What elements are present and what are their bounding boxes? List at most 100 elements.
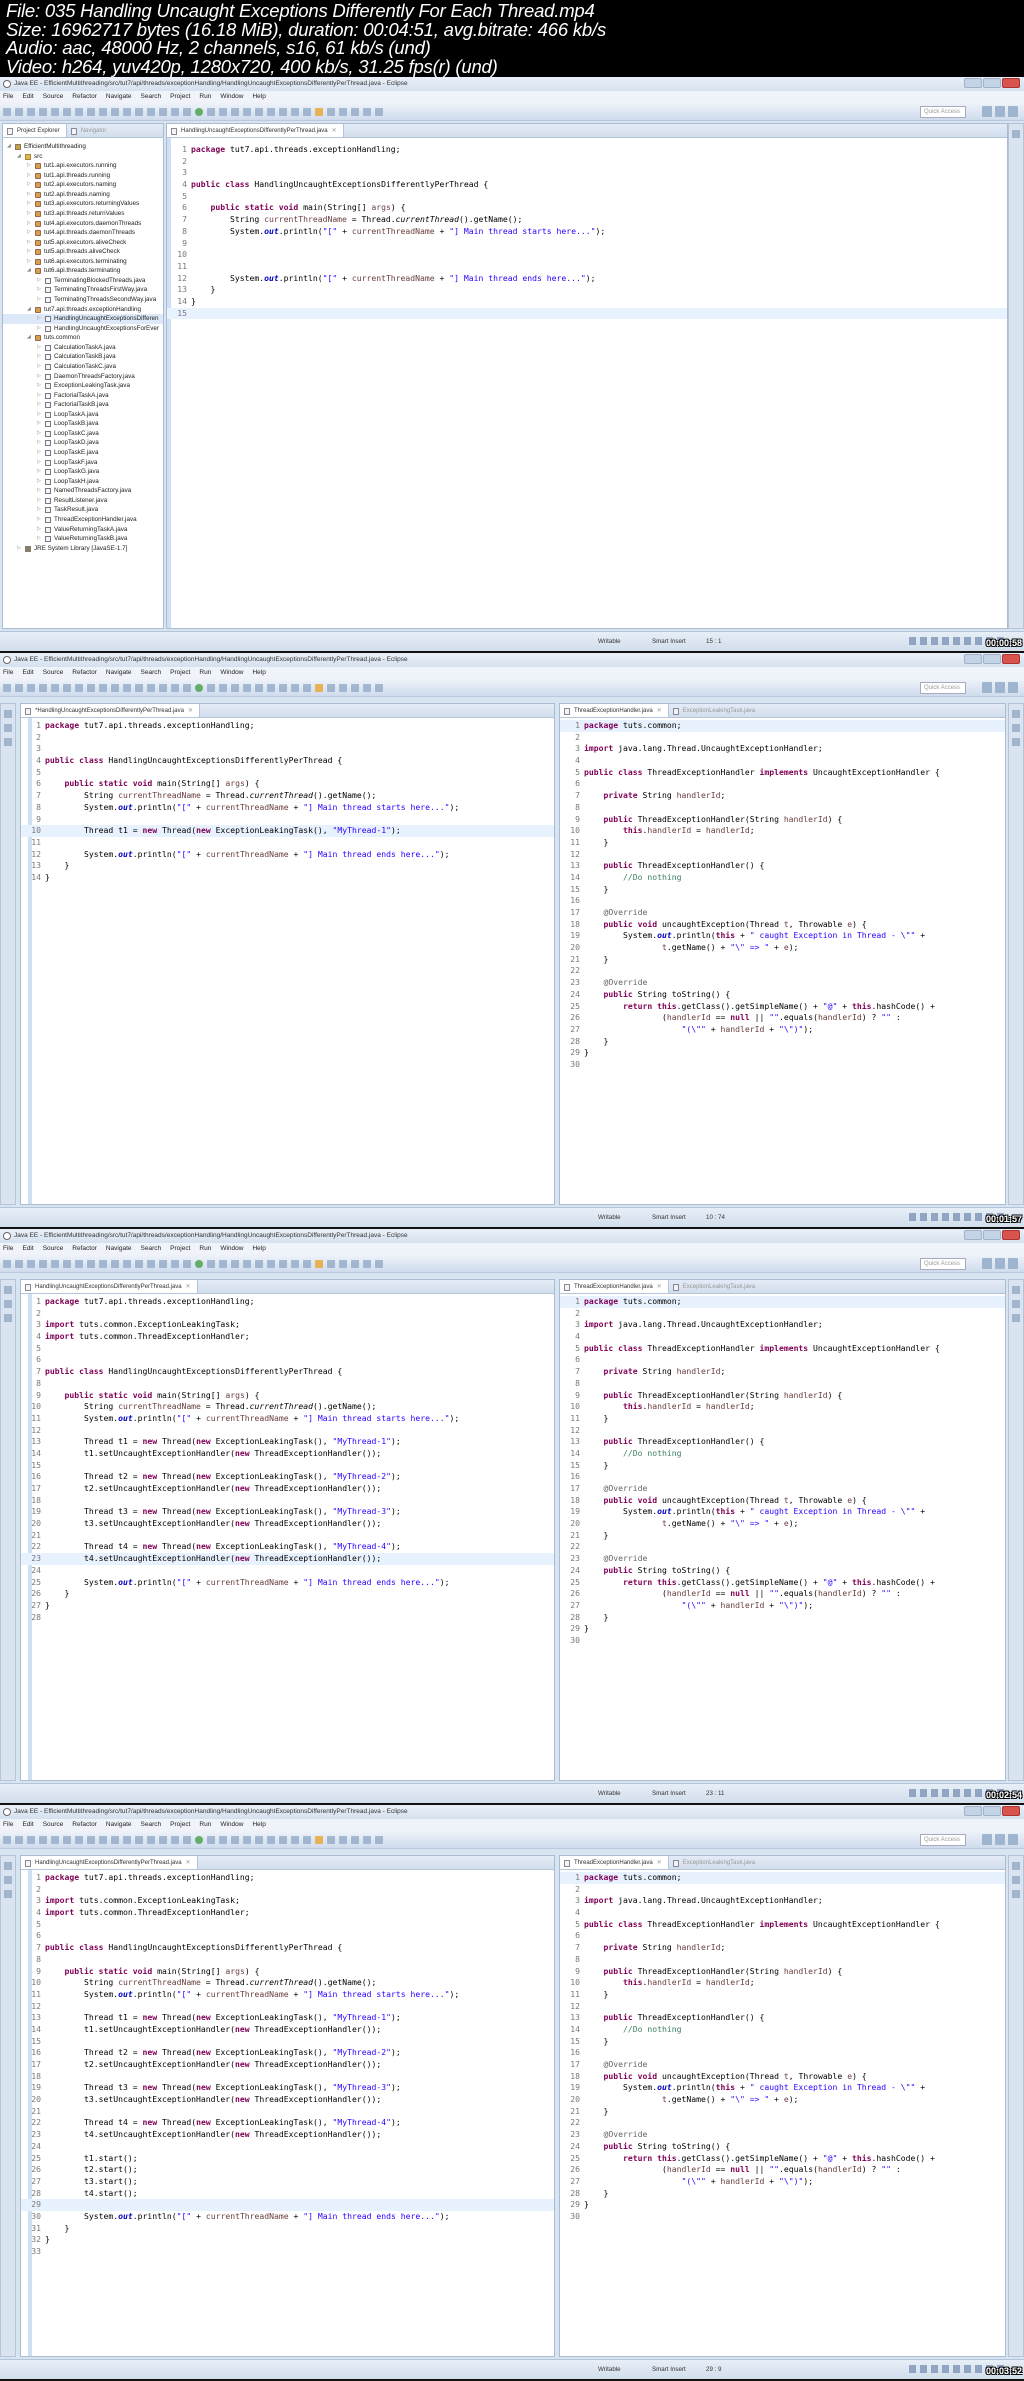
toolbar-button-icon[interactable]	[195, 1835, 203, 1844]
toolbar-button-icon[interactable]	[363, 683, 371, 692]
collapsed-arrow-icon[interactable]: ▷	[27, 238, 31, 248]
expanded-arrow-icon[interactable]: ◢	[27, 305, 31, 315]
maximize-button[interactable]	[983, 78, 1001, 88]
toolbar-button-icon[interactable]	[207, 107, 215, 116]
tree-item[interactable]: ▷ TerminatingThreadsSecondWay.java	[3, 295, 163, 305]
collapsed-arrow-icon[interactable]: ▷	[27, 247, 31, 257]
close-button[interactable]	[1002, 78, 1020, 88]
tree-item[interactable]: ◢ tut7.api.threads.exceptionHandling	[3, 305, 163, 315]
collapsed-arrow-icon[interactable]: ▷	[37, 458, 41, 468]
menu-file[interactable]: File	[3, 1819, 13, 1831]
close-button[interactable]	[1002, 1230, 1020, 1240]
collapsed-arrow-icon[interactable]: ▷	[27, 190, 31, 200]
tray-icon[interactable]	[931, 2365, 938, 2373]
tree-item[interactable]: ▷ CalculationTaskA.java	[3, 343, 163, 353]
menu-source[interactable]: Source	[43, 667, 64, 679]
tree-item[interactable]: ▷ FactorialTaskB.java	[3, 400, 163, 410]
toolbar-button-icon[interactable]	[135, 683, 143, 692]
tray-icon[interactable]	[953, 637, 960, 645]
tree-item[interactable]: ▷ tut4.api.executors.daemonThreads	[3, 219, 163, 229]
menu-window[interactable]: Window	[220, 1819, 243, 1831]
toolbar-button-icon[interactable]	[123, 683, 131, 692]
quick-access-input[interactable]: Quick Access	[920, 1258, 966, 1270]
tree-item[interactable]: ▷ LoopTaskD.java	[3, 438, 163, 448]
collapsed-arrow-icon[interactable]: ▷	[37, 381, 41, 391]
tray-icon[interactable]	[975, 637, 982, 645]
tree-item[interactable]: ▷ TerminatingBlockedThreads.java	[3, 276, 163, 286]
toolbar-button-icon[interactable]	[159, 1259, 167, 1268]
toolbar-button-icon[interactable]	[351, 107, 359, 116]
tree-item[interactable]: ▷ LoopTaskE.java	[3, 448, 163, 458]
collapsed-arrow-icon[interactable]: ▷	[37, 534, 41, 544]
toolbar-button-icon[interactable]	[351, 1835, 359, 1844]
perspective-icon[interactable]	[995, 1834, 1005, 1845]
editor-tab[interactable]: ThreadExceptionHandler.java ✕	[560, 1280, 669, 1293]
menu-edit[interactable]: Edit	[22, 91, 33, 103]
toolbar-button-icon[interactable]	[279, 1835, 287, 1844]
collapsed-arrow-icon[interactable]: ▷	[37, 285, 41, 295]
explorer-tab[interactable]: Navigator	[67, 124, 113, 137]
minimized-view-icon[interactable]	[4, 1890, 12, 1898]
toolbar-button-icon[interactable]	[135, 107, 143, 116]
collapsed-arrow-icon[interactable]: ▷	[37, 400, 41, 410]
toolbar-button-icon[interactable]	[291, 107, 299, 116]
toolbar-button-icon[interactable]	[195, 1259, 203, 1268]
tree-item[interactable]: ▷ ResultListener.java	[3, 496, 163, 506]
tree-item[interactable]: ▷ tut2.api.threads.naming	[3, 190, 163, 200]
tray-icon[interactable]	[942, 637, 949, 645]
toolbar-button-icon[interactable]	[87, 683, 95, 692]
code-area[interactable]: 1 package tuts.common; 2 3 import java.lang.…	[560, 720, 1005, 1071]
collapsed-arrow-icon[interactable]: ▷	[37, 314, 41, 324]
minimize-button[interactable]	[964, 1806, 982, 1816]
tray-icon[interactable]	[942, 1789, 949, 1797]
toolbar-button-icon[interactable]	[87, 1835, 95, 1844]
editor-tab[interactable]: ThreadExceptionHandler.java ✕	[560, 704, 669, 717]
toolbar-button-icon[interactable]	[315, 683, 323, 692]
collapsed-arrow-icon[interactable]: ▷	[37, 391, 41, 401]
toolbar-button-icon[interactable]	[75, 1259, 83, 1268]
toolbar-button-icon[interactable]	[231, 1259, 239, 1268]
toolbar-button-icon[interactable]	[99, 683, 107, 692]
toolbar-button-icon[interactable]	[15, 1835, 23, 1844]
outline-view-icon[interactable]	[1012, 1314, 1020, 1322]
outline-view-icon[interactable]	[1012, 724, 1020, 732]
collapsed-arrow-icon[interactable]: ▷	[37, 438, 41, 448]
tree-item[interactable]: ◢ src	[3, 152, 163, 162]
toolbar-button-icon[interactable]	[135, 1835, 143, 1844]
minimize-button[interactable]	[964, 1230, 982, 1240]
tray-icon[interactable]	[964, 2365, 971, 2373]
code-area[interactable]: 1 package tut7.api.threads.exceptionHandl…	[167, 144, 1007, 320]
perspective-icon[interactable]	[995, 106, 1005, 117]
toolbar-button-icon[interactable]	[183, 683, 191, 692]
tree-item[interactable]: ◢ EfficientMultithreading	[3, 142, 163, 152]
toolbar-button-icon[interactable]	[39, 1835, 47, 1844]
tray-icon[interactable]	[975, 1789, 982, 1797]
tree-item[interactable]: ▷ HandlingUncaughtExceptionsForEver	[3, 324, 163, 334]
editor-tab[interactable]: ExceptionLeakingTask.java	[669, 1856, 761, 1869]
tree-item[interactable]: ▷ tut3.api.threads.returnValues	[3, 209, 163, 219]
minimize-button[interactable]	[964, 78, 982, 88]
collapsed-arrow-icon[interactable]: ▷	[37, 496, 41, 506]
tree-item[interactable]: ▷ tut3.api.executors.returningValues	[3, 199, 163, 209]
collapsed-arrow-icon[interactable]: ▷	[37, 515, 41, 525]
menu-source[interactable]: Source	[43, 91, 64, 103]
code-area[interactable]: 1 package tut7.api.threads.exceptionHandl…	[21, 720, 554, 884]
outline-view-icon[interactable]	[1012, 1862, 1020, 1870]
toolbar-button-icon[interactable]	[51, 683, 59, 692]
tree-item[interactable]: ▷ tut1.api.executors.running	[3, 161, 163, 171]
toolbar-button-icon[interactable]	[99, 1835, 107, 1844]
maximize-button[interactable]	[983, 1230, 1001, 1240]
tree-item[interactable]: ▷ HandlingUncaughtExceptionsDifferen	[3, 314, 163, 324]
close-button[interactable]	[1002, 1806, 1020, 1816]
toolbar-button-icon[interactable]	[291, 683, 299, 692]
toolbar-button-icon[interactable]	[279, 683, 287, 692]
outline-view-icon[interactable]	[1012, 1876, 1020, 1884]
perspective-icon[interactable]	[1008, 106, 1018, 117]
menu-navigate[interactable]: Navigate	[106, 1819, 132, 1831]
toolbar-button-icon[interactable]	[375, 683, 383, 692]
perspective-icon[interactable]	[1008, 1258, 1018, 1269]
toolbar-button-icon[interactable]	[291, 1835, 299, 1844]
toolbar-button-icon[interactable]	[195, 107, 203, 116]
toolbar-button-icon[interactable]	[219, 1259, 227, 1268]
menu-refactor[interactable]: Refactor	[72, 667, 97, 679]
